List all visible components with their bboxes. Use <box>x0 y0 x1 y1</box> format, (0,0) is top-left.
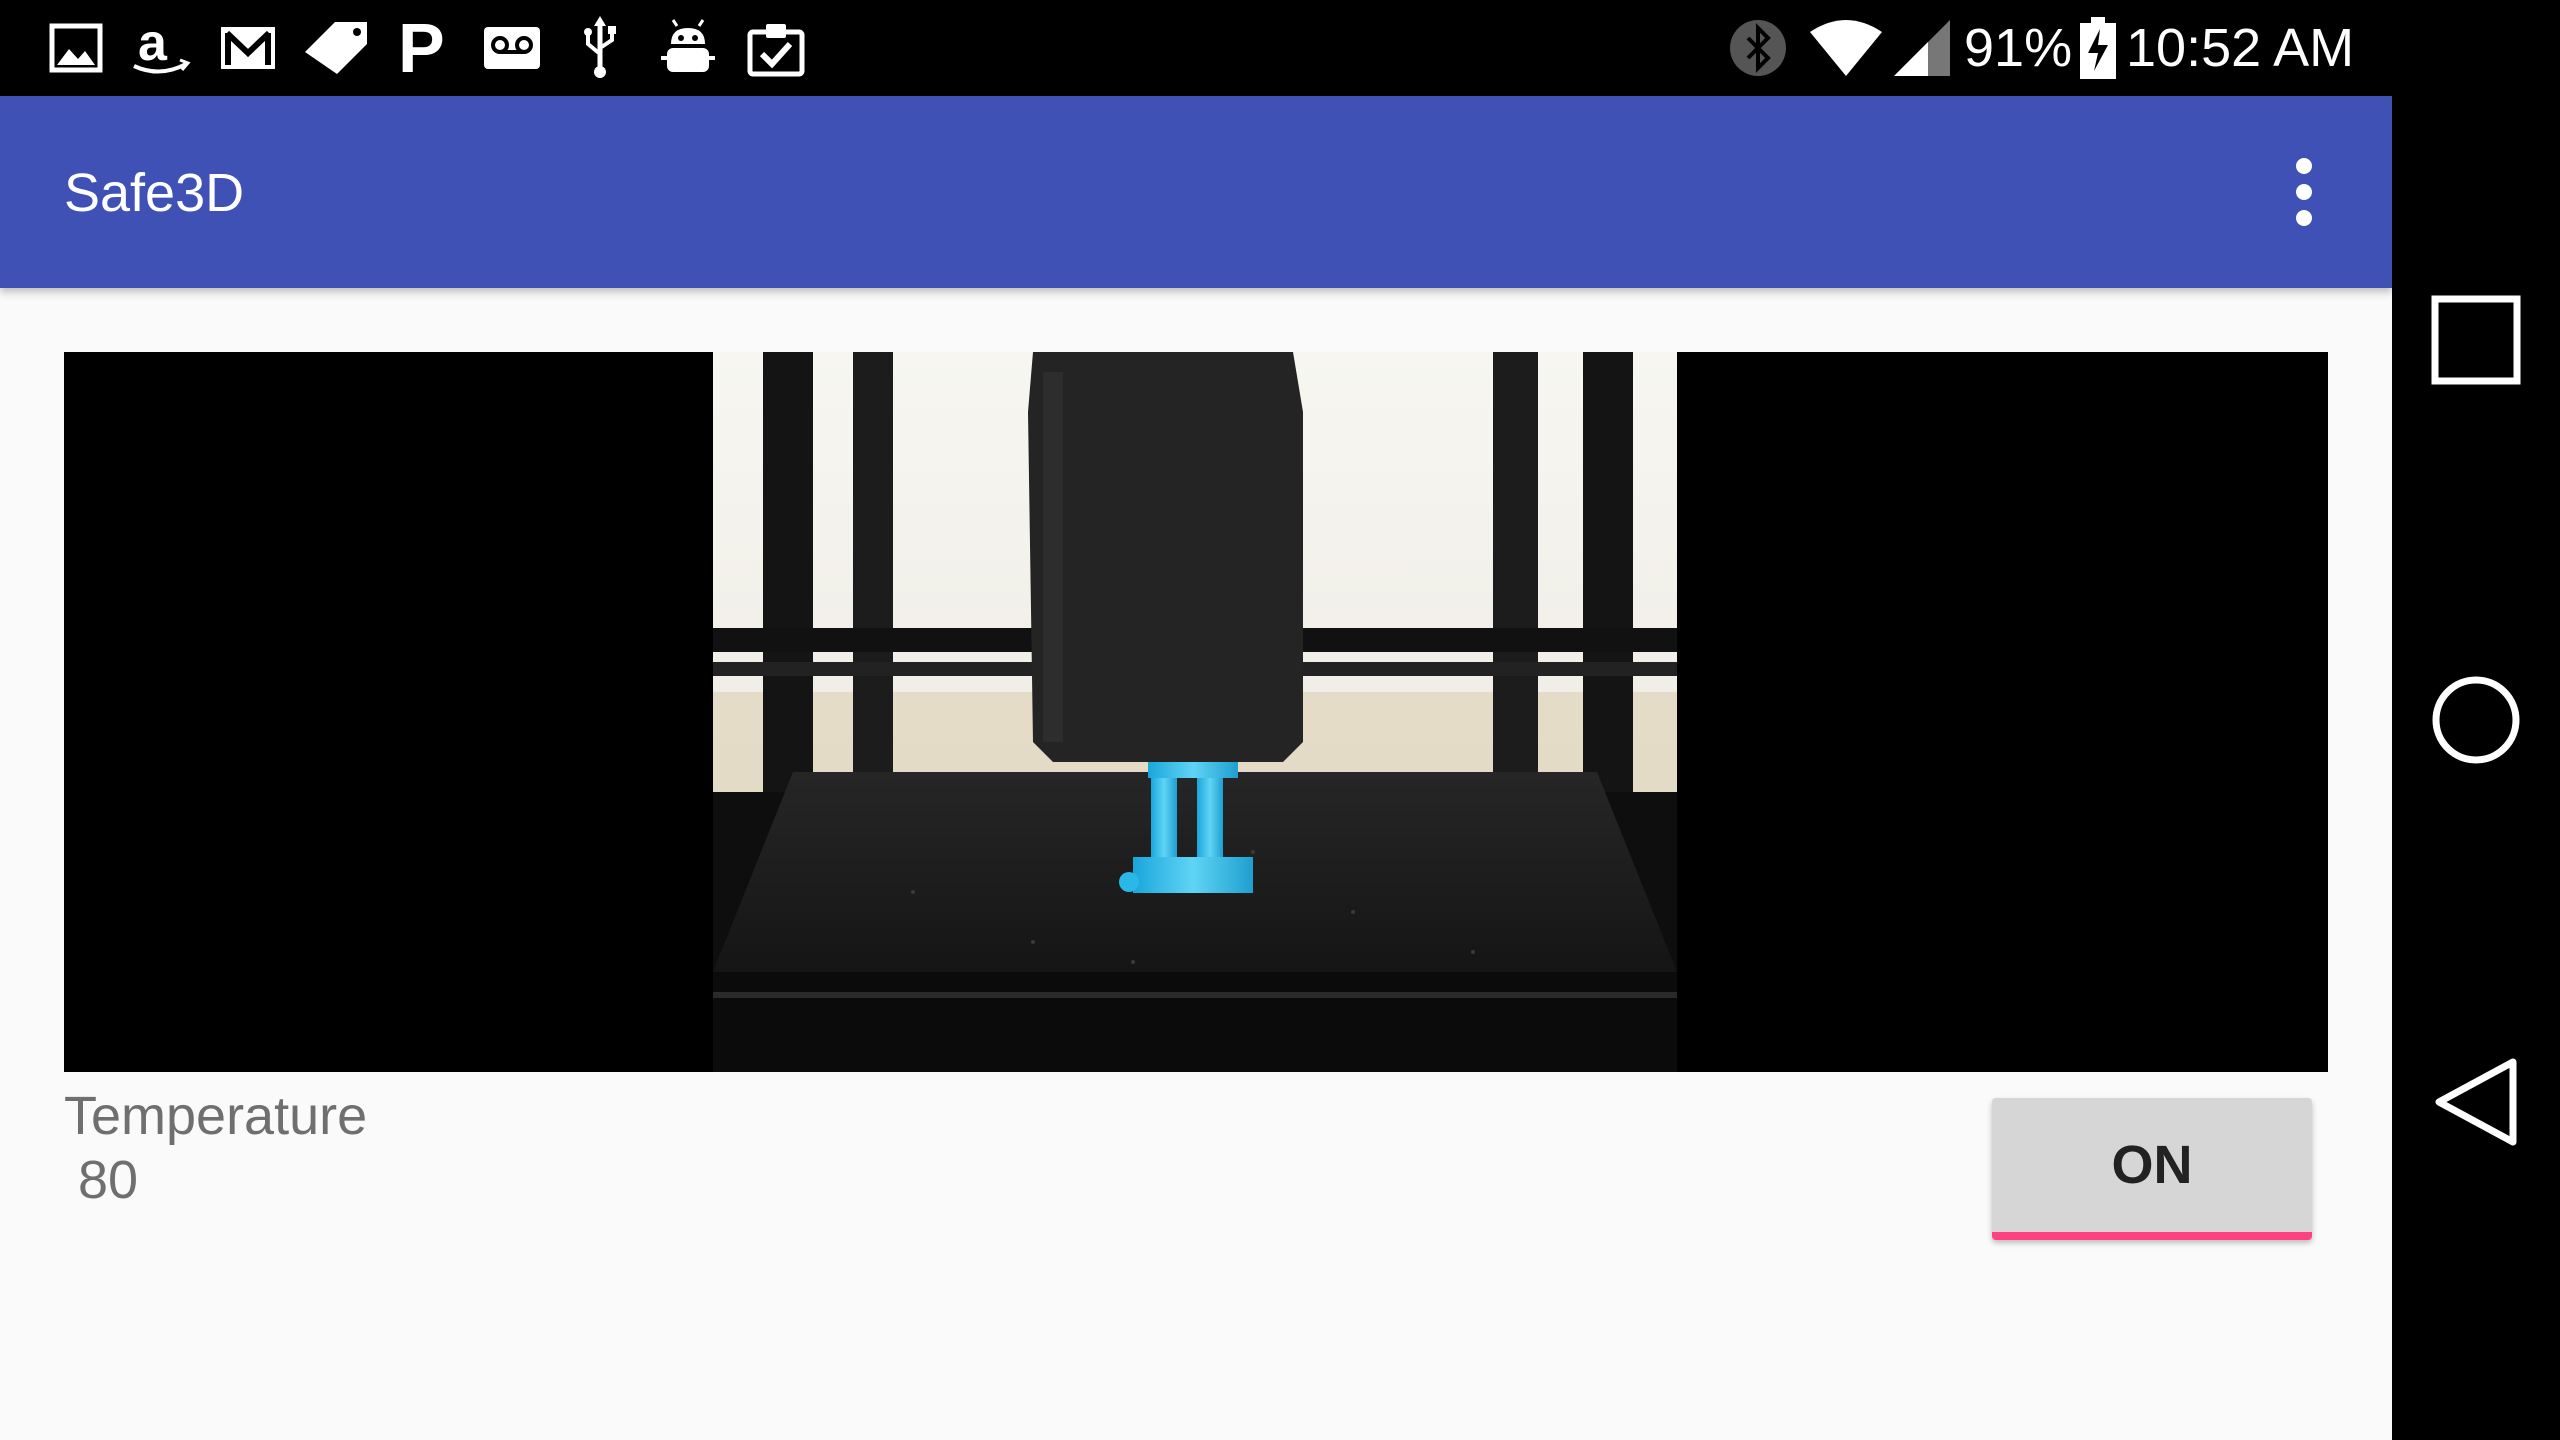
temperature-value: 80 <box>78 1150 139 1210</box>
usb-icon <box>572 16 628 80</box>
app-title: Safe3D <box>64 163 245 223</box>
power-toggle-label: ON <box>2111 1135 2193 1195</box>
svg-text:a: a <box>138 16 168 72</box>
back-triangle-icon[interactable] <box>2392 1002 2560 1202</box>
amazon-icon: a <box>128 16 192 80</box>
clipboard-check-icon <box>744 16 808 80</box>
bluetooth-icon <box>1726 16 1790 80</box>
gmail-icon <box>216 16 280 80</box>
camera-feed <box>64 352 2328 1072</box>
status-bar: a P 91% 10:52 AM <box>0 0 2392 96</box>
clock: 10:52 AM <box>2126 18 2355 78</box>
navigation-bar <box>2392 0 2560 1440</box>
power-toggle-button[interactable]: ON <box>1992 1098 2312 1240</box>
printer-camera-image <box>713 352 1677 1072</box>
recents-square-icon[interactable] <box>2392 240 2560 440</box>
more-vert-icon[interactable] <box>2272 152 2336 232</box>
android-debug-icon <box>656 16 720 80</box>
voicemail-icon <box>480 16 544 80</box>
cell-signal-icon <box>1892 16 1952 80</box>
temperature-label: Temperature <box>64 1086 368 1146</box>
app-bar: Safe3D <box>0 96 2392 288</box>
battery-charging-icon <box>2078 16 2118 80</box>
svg-text:P: P <box>398 16 445 80</box>
wifi-icon <box>1808 16 1884 80</box>
battery-percent: 91% <box>1964 18 2073 78</box>
gallery-icon <box>44 16 108 80</box>
pandora-icon: P <box>392 16 456 80</box>
toggle-accent-indicator <box>1992 1232 2312 1240</box>
home-circle-icon[interactable] <box>2392 620 2560 820</box>
tag-icon <box>300 16 372 80</box>
